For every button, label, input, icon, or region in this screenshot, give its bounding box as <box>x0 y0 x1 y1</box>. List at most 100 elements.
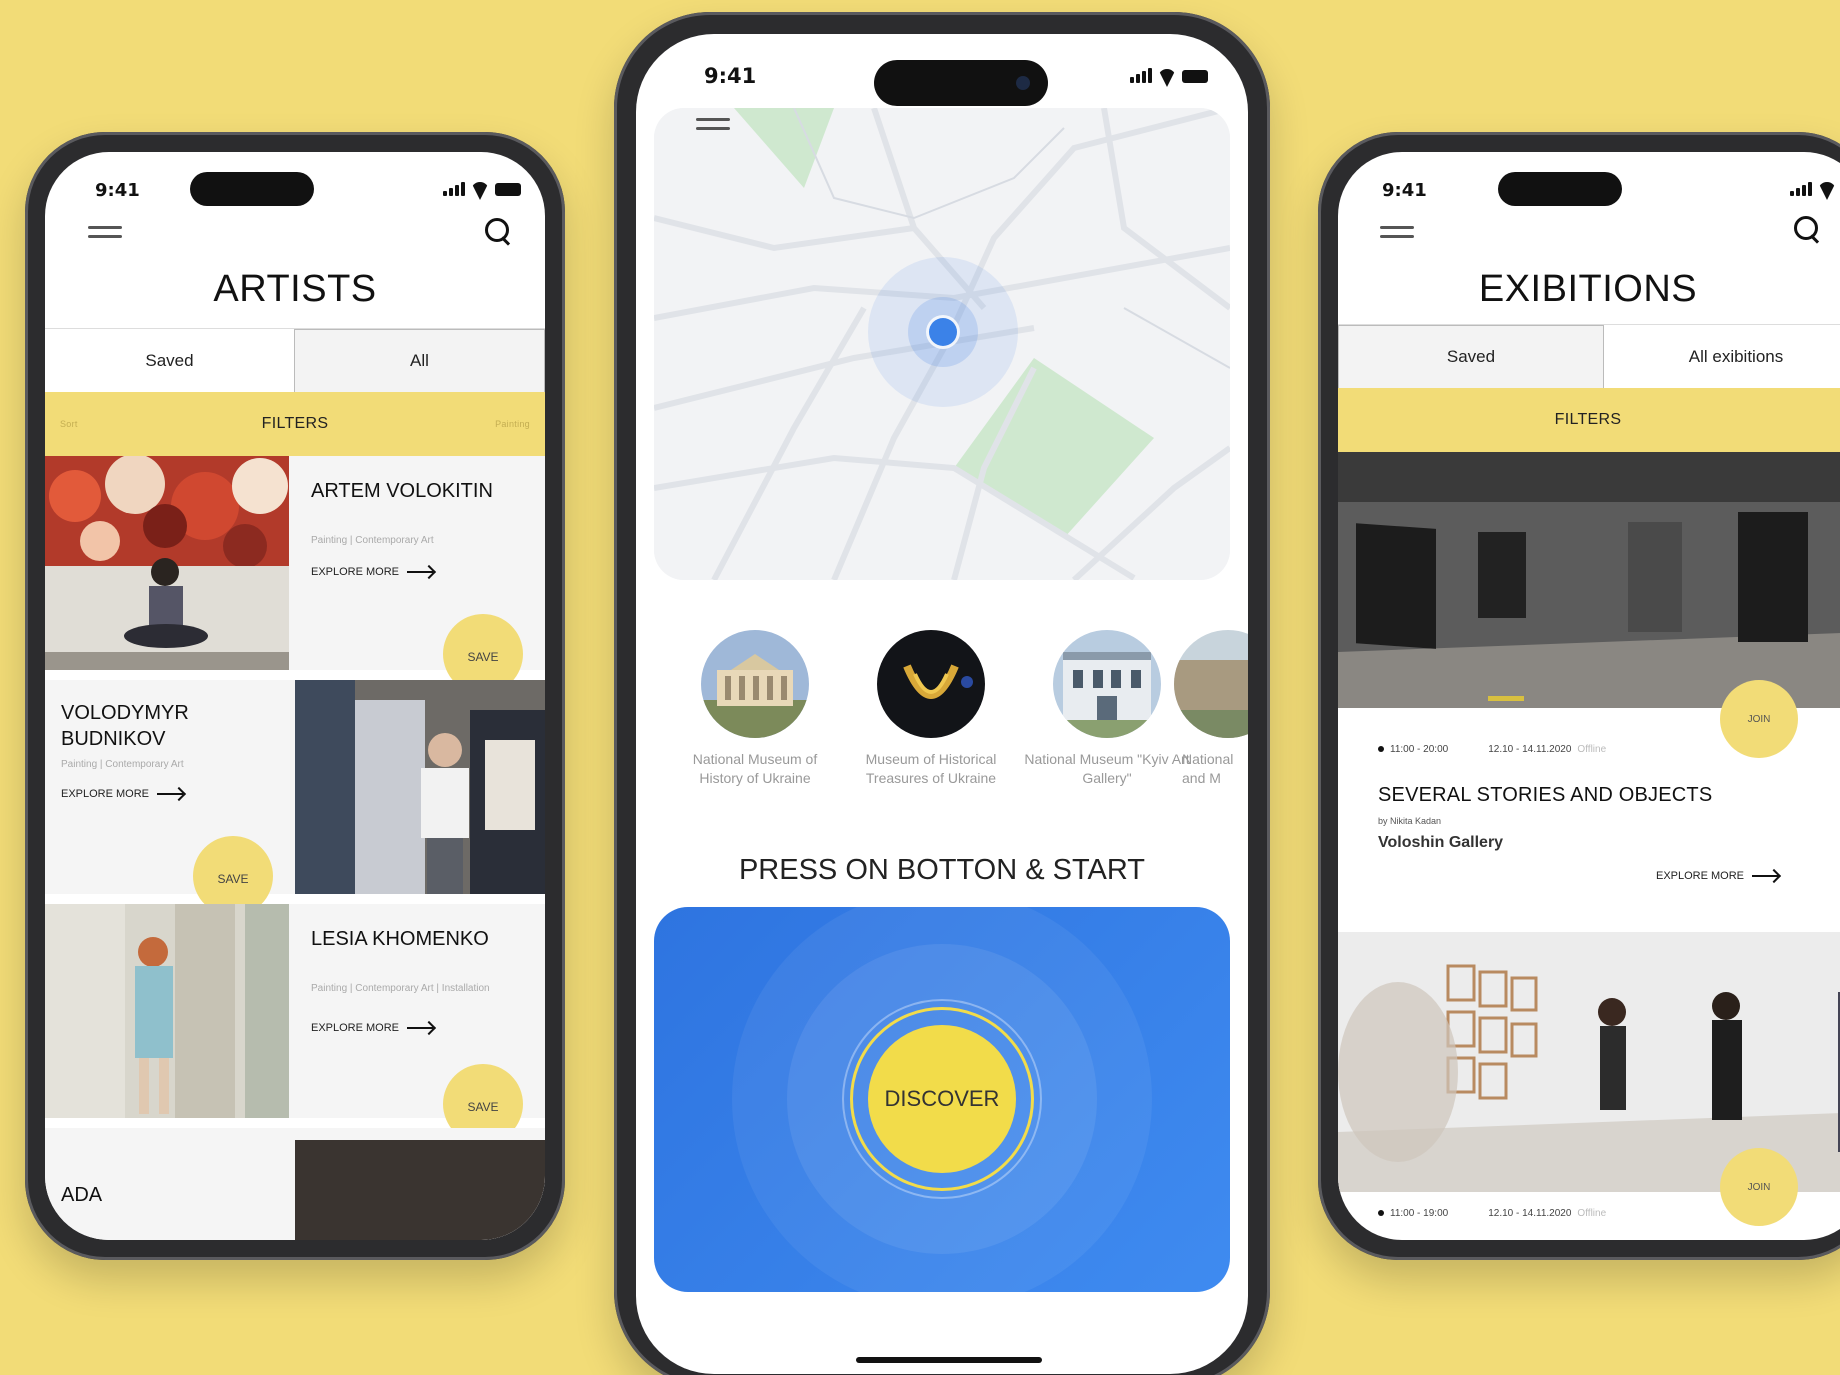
dates: 12.10 - 14.11.2020 Offline <box>1488 1208 1606 1219</box>
tab-all[interactable]: All <box>294 329 545 392</box>
arrow-right-icon <box>407 571 434 573</box>
artist-card[interactable]: LESIA KHOMENKO Painting | Contemporary A… <box>45 904 545 1144</box>
tab-saved[interactable]: Saved <box>45 329 294 392</box>
museum-item[interactable]: National Museum "Kyiv Art Gallery" <box>1022 630 1192 788</box>
discover-panel: DISCOVER <box>654 907 1230 1292</box>
museum-label: National Museum "Kyiv Art Gallery" <box>1024 751 1190 786</box>
menu-icon[interactable] <box>88 226 122 240</box>
explore-more-link[interactable]: EXPLORE MORE <box>61 788 184 800</box>
artist-photo <box>295 680 545 894</box>
artists-tabs: Saved All <box>45 328 545 392</box>
explore-more-label: EXPLORE MORE <box>61 788 150 800</box>
artist-name: LESIA KHOMENKO <box>311 928 489 950</box>
wifi-icon <box>1158 69 1176 83</box>
battery-icon <box>495 183 521 196</box>
discover-button[interactable]: DISCOVER <box>868 1025 1016 1173</box>
museum-label: National and M <box>1182 751 1234 786</box>
hours: 11:00 - 20:00 <box>1378 744 1448 755</box>
artists-screen: 9:41 ARTISTS Saved All Sort FILTERS Pain… <box>45 152 545 1240</box>
artist-photo <box>45 904 289 1118</box>
join-button[interactable]: JOIN <box>1720 680 1798 758</box>
exhibition-title: SEVERAL STORIES AND OBJECTS <box>1378 784 1713 806</box>
battery-icon <box>1182 70 1208 83</box>
explore-more-link[interactable]: EXPLORE MORE <box>311 1022 434 1034</box>
exhibition-photo[interactable] <box>1338 452 1840 708</box>
status-icons <box>1790 182 1840 196</box>
dot-icon <box>1378 1210 1384 1217</box>
explore-more-label: EXPLORE MORE <box>311 1022 400 1034</box>
page-title: EXIBITIONS <box>1478 268 1698 310</box>
filters-sort-hint: Sort <box>60 419 78 429</box>
arrow-right-icon <box>1752 875 1779 877</box>
status-time: 9:41 <box>1382 180 1427 201</box>
phone-discover: 9:41 National Museum of History of Ukrai… <box>614 12 1270 1375</box>
discover-screen: 9:41 National Museum of History of Ukrai… <box>636 34 1248 1374</box>
dates-value: 12.10 - 14.11.2020 <box>1488 744 1572 755</box>
artist-card[interactable]: VOLODYMYR BUDNIKOV Painting | Contempora… <box>45 680 545 916</box>
dynamic-island <box>874 60 1048 106</box>
explore-more-label: EXPLORE MORE <box>311 566 400 578</box>
tab-all-exhibitions[interactable]: All exibitions <box>1604 325 1840 388</box>
status-bar: 9:41 <box>1338 152 1840 222</box>
tab-saved[interactable]: Saved <box>1338 325 1604 388</box>
hours-value: 11:00 - 19:00 <box>1390 1208 1449 1219</box>
search-icon[interactable] <box>485 218 513 246</box>
museum-item[interactable]: Museum of Historical Treasures of Ukrain… <box>846 630 1016 788</box>
artist-name: ARTEM VOLOKITIN <box>311 480 493 502</box>
filters-label: FILTERS <box>261 415 329 432</box>
cta-heading: PRESS ON BOTTON & START <box>738 854 1146 886</box>
artist-photo <box>45 456 289 670</box>
search-icon[interactable] <box>1794 216 1822 244</box>
arrow-right-icon <box>407 1027 434 1029</box>
dot-icon <box>1378 746 1384 753</box>
menu-icon[interactable] <box>696 118 730 132</box>
museum-thumbnail <box>701 630 809 738</box>
status-bar: 9:41 <box>636 34 1248 106</box>
location-pin-icon <box>929 318 957 346</box>
artist-name: ADA <box>61 1184 103 1206</box>
artist-discipline: Painting | Contemporary Art <box>311 535 434 546</box>
status-time: 9:41 <box>704 64 757 88</box>
phone-artists: 9:41 ARTISTS Saved All Sort FILTERS Pain… <box>25 132 565 1260</box>
exhibitions-screen: 9:41 EXIBITIONS Saved All exibitions FIL… <box>1338 152 1840 1240</box>
camera-icon <box>1016 76 1030 90</box>
artist-discipline: Painting | Contemporary Art | Installati… <box>311 983 490 994</box>
explore-more-link[interactable]: EXPLORE MORE <box>311 566 434 578</box>
museum-item[interactable]: National Museum of History of Ukraine <box>670 630 840 788</box>
dates: 12.10 - 14.11.2020 Offline <box>1488 744 1606 755</box>
signal-icon <box>443 182 465 196</box>
menu-icon[interactable] <box>1380 226 1414 240</box>
wifi-icon <box>1818 182 1836 196</box>
artist-discipline: Painting | Contemporary Art <box>61 759 184 770</box>
mode-value: Offline <box>1577 744 1607 755</box>
status-time: 9:41 <box>95 180 140 201</box>
artist-photo <box>295 1140 545 1240</box>
dynamic-island <box>190 172 314 206</box>
dates-value: 12.10 - 14.11.2020 <box>1488 1208 1572 1219</box>
exhibitions-tabs: Saved All exibitions <box>1338 324 1840 388</box>
exhibition-gallery: Voloshin Gallery <box>1378 834 1504 851</box>
museum-item[interactable]: National and M <box>1174 630 1248 788</box>
explore-more-link[interactable]: EXPLORE MORE <box>1656 870 1779 882</box>
filters-bar[interactable]: Sort FILTERS Painting <box>45 392 545 456</box>
page-title: ARTISTS <box>213 268 377 310</box>
artist-name: VOLODYMYR BUDNIKOV <box>61 702 189 750</box>
mode-value: Offline <box>1577 1208 1607 1219</box>
filters-bar[interactable]: FILTERS <box>1338 388 1840 452</box>
hours: 11:00 - 19:00 <box>1378 1208 1448 1219</box>
exhibition-meta: 11:00 - 19:00 12.10 - 14.11.2020 Offline <box>1378 1208 1606 1219</box>
join-button[interactable]: JOIN <box>1720 1148 1798 1226</box>
status-bar: 9:41 <box>45 152 545 222</box>
artist-card[interactable]: ADA <box>45 1128 545 1240</box>
filters-label: FILTERS <box>1554 411 1622 428</box>
exhibition-meta: 11:00 - 20:00 12.10 - 14.11.2020 Offline <box>1378 744 1606 755</box>
exhibition-author: by Nikita Kadan <box>1378 816 1442 826</box>
phone-exhibitions: 9:41 EXIBITIONS Saved All exibitions FIL… <box>1318 132 1840 1260</box>
map-view[interactable] <box>654 108 1230 580</box>
dynamic-island <box>1498 172 1622 206</box>
hours-value: 11:00 - 20:00 <box>1390 744 1449 755</box>
museum-label: Museum of Historical Treasures of Ukrain… <box>865 751 997 786</box>
artist-card[interactable]: ARTEM VOLOKITIN Painting | Contemporary … <box>45 456 545 694</box>
status-icons <box>1130 68 1208 83</box>
museum-label: National Museum of History of Ukraine <box>692 751 818 786</box>
